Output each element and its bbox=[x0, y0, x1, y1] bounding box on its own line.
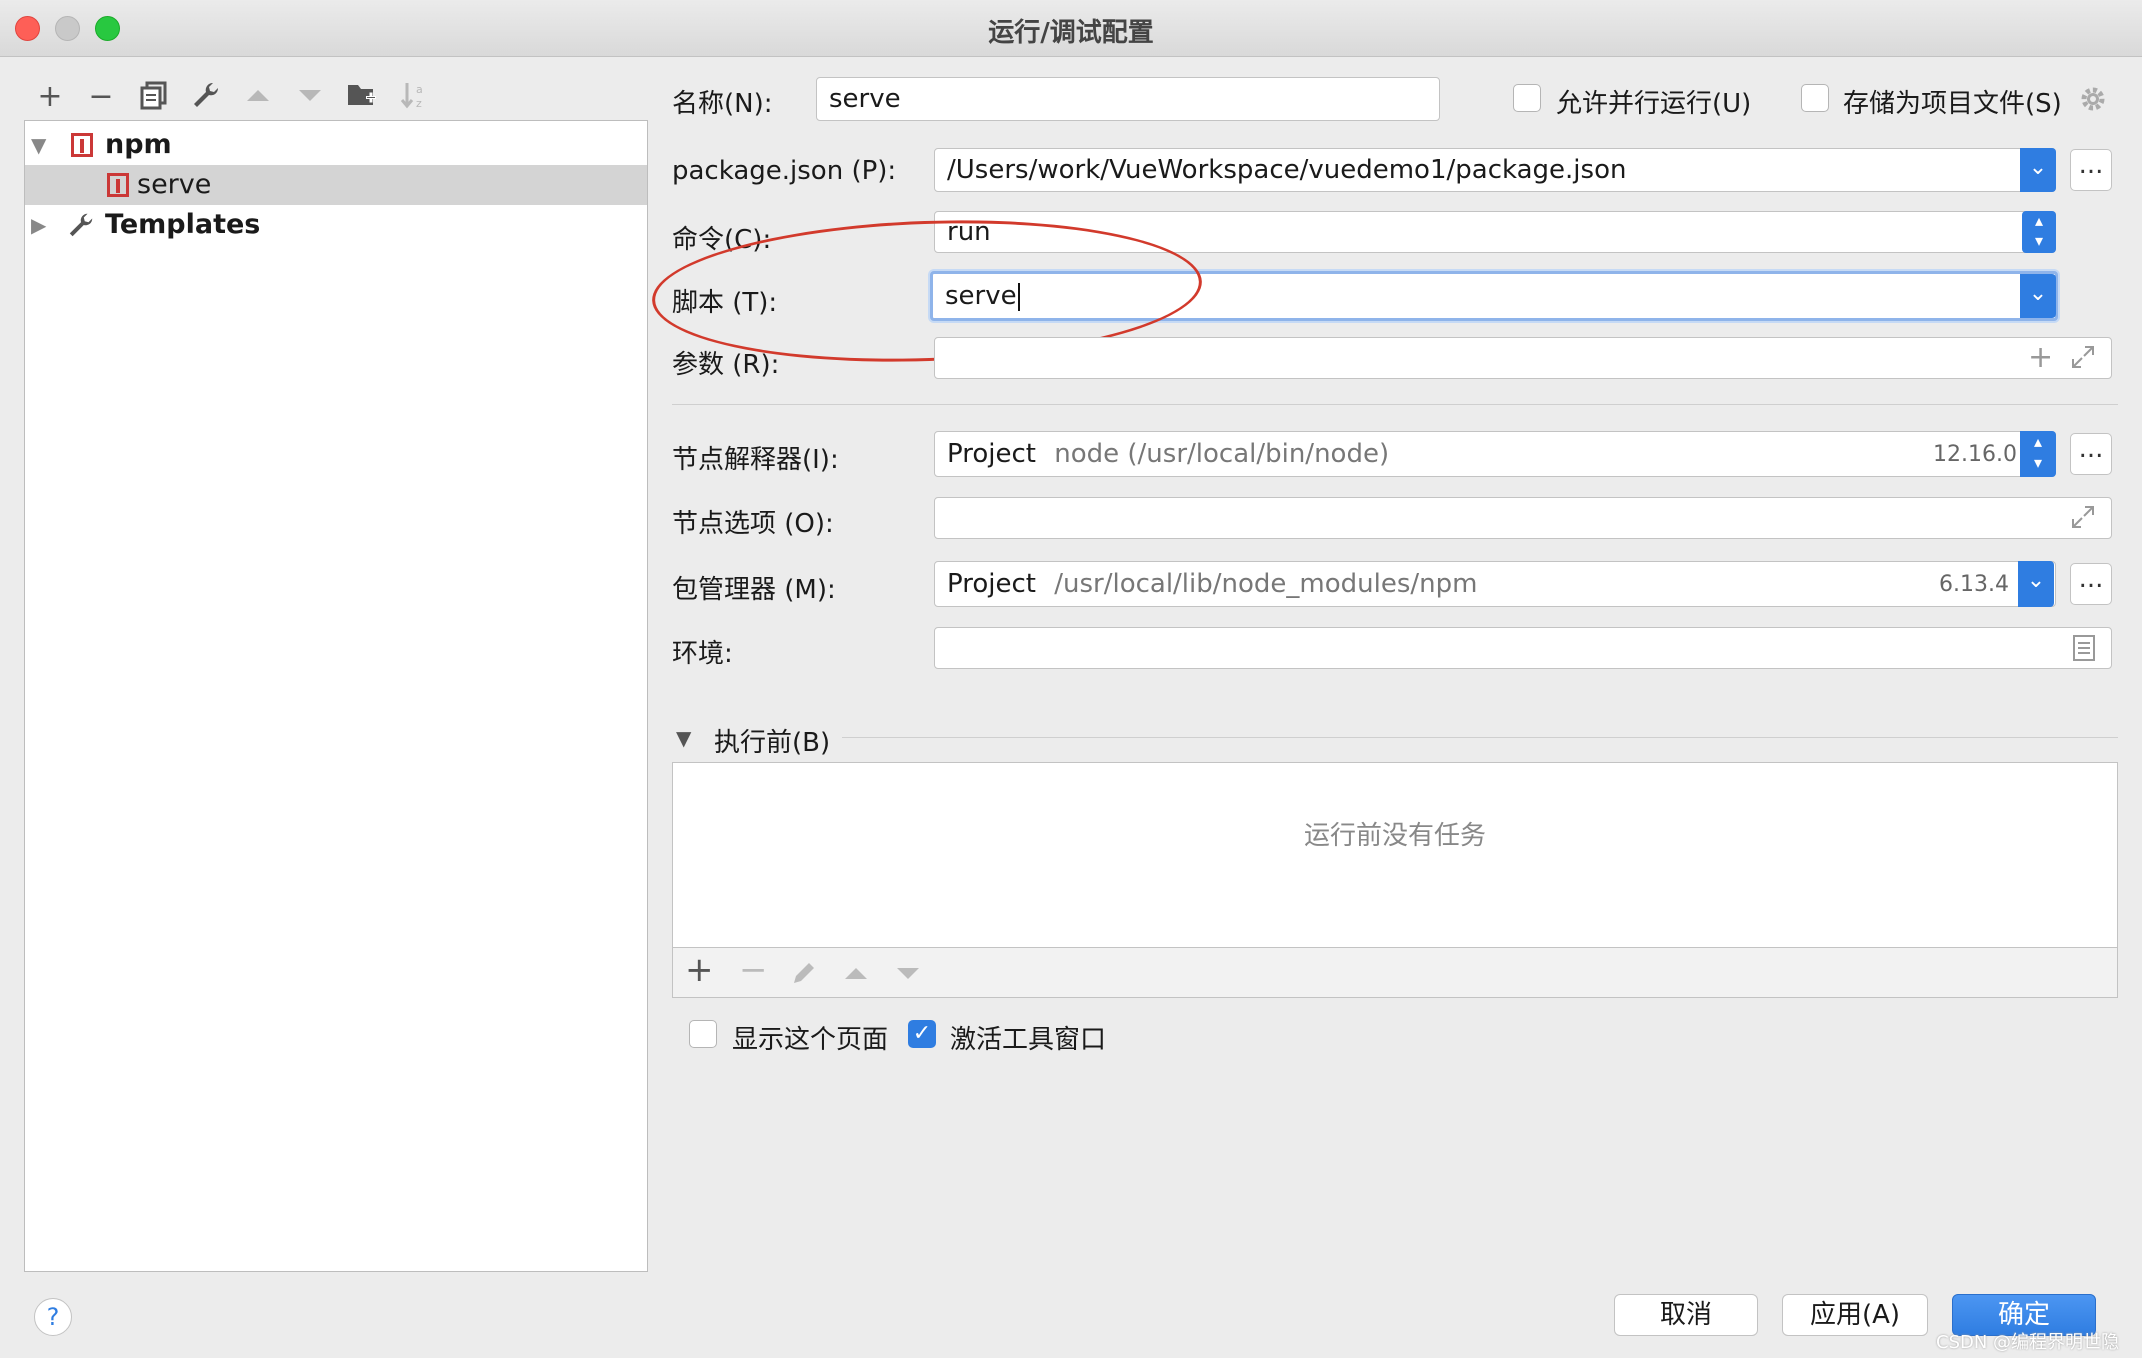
document-icon[interactable] bbox=[2072, 634, 2096, 666]
help-button[interactable]: ? bbox=[34, 1298, 72, 1336]
env-label: 环境: bbox=[672, 639, 733, 669]
arrow-up-icon[interactable] bbox=[841, 958, 871, 992]
npm-icon bbox=[71, 133, 93, 157]
wrench-icon[interactable] bbox=[189, 80, 223, 114]
allow-parallel-label: 允许并行运行(U) bbox=[1556, 89, 1752, 119]
before-launch-task-list[interactable]: 运行前没有任务 bbox=[672, 762, 2118, 948]
script-value: serve bbox=[945, 281, 1017, 311]
wrench-icon bbox=[67, 211, 95, 251]
show-page-checkbox[interactable] bbox=[689, 1020, 717, 1048]
expand-icon[interactable] bbox=[2070, 344, 2096, 374]
package-json-label: package.json (P): bbox=[672, 156, 897, 186]
sort-icon[interactable]: az bbox=[397, 80, 431, 114]
empty-task-text: 运行前没有任务 bbox=[1303, 821, 1486, 851]
svg-text:z: z bbox=[416, 97, 422, 110]
name-label: 名称(N): bbox=[672, 89, 773, 119]
package-json-combo[interactable]: /Users/work/VueWorkspace/vuedemo1/packag… bbox=[934, 148, 2056, 192]
chevron-down-icon[interactable]: ⌄ bbox=[2020, 148, 2056, 192]
cancel-button[interactable]: 取消 bbox=[1614, 1294, 1758, 1336]
expand-arrow-icon[interactable]: ▼ bbox=[31, 125, 46, 165]
interpreter-browse-button[interactable]: ... bbox=[2070, 433, 2112, 475]
package-manager-project: Project bbox=[947, 569, 1036, 599]
allow-parallel-checkbox[interactable] bbox=[1513, 84, 1541, 112]
store-as-file-checkbox[interactable] bbox=[1801, 84, 1829, 112]
package-manager-combo[interactable]: Project /usr/local/lib/node_modules/npm … bbox=[934, 561, 2056, 607]
minus-icon[interactable]: − bbox=[84, 80, 118, 114]
package-json-browse-button[interactable]: ... bbox=[2070, 149, 2112, 191]
gear-icon[interactable] bbox=[2078, 84, 2108, 118]
script-combo[interactable]: serve bbox=[930, 271, 2058, 321]
interpreter-path: node (/usr/local/bin/node) bbox=[1054, 439, 1390, 469]
arrow-down-icon[interactable] bbox=[293, 80, 327, 114]
command-label: 命令(C): bbox=[672, 225, 772, 255]
node-interpreter-combo[interactable]: Project node (/usr/local/bin/node) 12.16… bbox=[934, 431, 2056, 477]
collapse-arrow-icon[interactable]: ▶ bbox=[31, 205, 46, 245]
activate-tool-window-label: 激活工具窗口 bbox=[950, 1025, 1107, 1055]
svg-text:a: a bbox=[416, 83, 423, 96]
show-page-label: 显示这个页面 bbox=[732, 1025, 889, 1055]
node-interpreter-label: 节点解释器(I): bbox=[672, 445, 839, 475]
apply-button[interactable]: 应用(A) bbox=[1782, 1294, 1928, 1336]
npm-icon bbox=[107, 173, 129, 197]
node-options-label: 节点选项 (O): bbox=[672, 509, 834, 539]
env-input[interactable] bbox=[934, 627, 2112, 669]
before-launch-label: 执行前(B) bbox=[714, 728, 831, 758]
tree-item-templates[interactable]: ▶ Templates bbox=[25, 205, 647, 245]
collapse-arrow-icon[interactable]: ▼ bbox=[676, 726, 691, 750]
args-input[interactable] bbox=[934, 337, 2112, 379]
title-bar: 运行/调试配置 bbox=[0, 0, 2142, 57]
window-title: 运行/调试配置 bbox=[988, 18, 1154, 48]
chevron-down-icon[interactable]: ⌄ bbox=[2018, 561, 2054, 607]
interpreter-project: Project bbox=[947, 439, 1036, 469]
new-folder-icon[interactable] bbox=[345, 80, 379, 114]
tree-item-npm[interactable]: ▼ npm bbox=[25, 125, 647, 165]
node-options-input[interactable] bbox=[934, 497, 2112, 539]
name-input[interactable]: serve bbox=[816, 77, 1440, 121]
up-down-icon[interactable]: ▴ ▾ bbox=[2020, 431, 2056, 477]
plus-icon[interactable]: + bbox=[685, 950, 714, 990]
separator bbox=[672, 404, 2118, 405]
expand-icon[interactable] bbox=[2070, 504, 2096, 534]
configuration-tree[interactable]: ▼ npm serve ▶ Templates bbox=[24, 120, 648, 1272]
interpreter-version: 12.16.0 bbox=[1933, 442, 2017, 467]
script-label: 脚本 (T): bbox=[672, 288, 778, 318]
store-as-file-label: 存储为项目文件(S) bbox=[1843, 89, 2062, 119]
command-select[interactable]: run bbox=[934, 211, 2056, 253]
package-manager-path: /usr/local/lib/node_modules/npm bbox=[1054, 569, 1478, 599]
plus-icon[interactable]: + bbox=[33, 80, 67, 114]
package-manager-version: 6.13.4 bbox=[1939, 572, 2009, 597]
pencil-icon[interactable] bbox=[789, 958, 819, 992]
activate-tool-window-checkbox[interactable]: ✓ bbox=[908, 1020, 936, 1048]
package-manager-browse-button[interactable]: ... bbox=[2070, 563, 2112, 605]
tree-item-label: Templates bbox=[105, 209, 261, 240]
tree-item-label: serve bbox=[137, 169, 212, 200]
before-launch-toolbar: + − bbox=[672, 948, 2118, 998]
up-down-icon[interactable]: ▴ ▾ bbox=[2022, 211, 2056, 253]
watermark: CSDN @编程界明世隐 bbox=[1936, 1332, 2120, 1353]
add-icon[interactable]: + bbox=[2028, 343, 2053, 373]
tree-item-serve[interactable]: serve bbox=[25, 165, 647, 205]
minus-icon[interactable]: − bbox=[739, 950, 768, 990]
arrow-up-icon[interactable] bbox=[241, 80, 275, 114]
separator bbox=[842, 737, 2118, 738]
text-cursor bbox=[1017, 282, 1020, 311]
tree-item-label: npm bbox=[105, 129, 172, 160]
chevron-down-icon[interactable]: ⌄ bbox=[2020, 274, 2056, 318]
package-manager-label: 包管理器 (M): bbox=[672, 575, 836, 605]
copy-icon[interactable] bbox=[137, 80, 171, 114]
arrow-down-icon[interactable] bbox=[893, 958, 923, 992]
args-label: 参数 (R): bbox=[672, 350, 780, 380]
